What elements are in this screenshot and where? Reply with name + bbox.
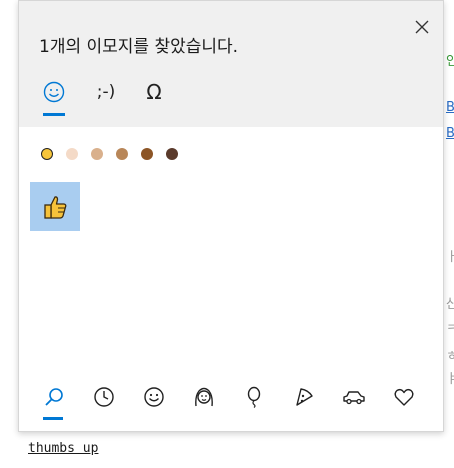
background-text: ㅋ bbox=[446, 322, 454, 337]
car-icon bbox=[343, 391, 365, 405]
pizza-icon bbox=[296, 388, 313, 406]
category-food[interactable] bbox=[291, 384, 317, 410]
search-icon bbox=[45, 388, 63, 406]
skin-tone-default[interactable] bbox=[41, 148, 53, 160]
result-count-title: 1개의 이모지를 찾았습니다. bbox=[39, 37, 239, 57]
tab-symbols[interactable]: Ω bbox=[141, 77, 167, 107]
category-selected-indicator bbox=[43, 417, 63, 420]
balloon-icon bbox=[247, 386, 261, 408]
skin-tone-medium-light[interactable] bbox=[91, 148, 103, 160]
category-people[interactable] bbox=[191, 384, 217, 410]
skin-tone-medium[interactable] bbox=[116, 148, 128, 160]
skin-tone-dark[interactable] bbox=[166, 148, 178, 160]
tab-kaomoji[interactable]: ;-) bbox=[91, 77, 121, 107]
skin-tone-medium-dark[interactable] bbox=[141, 148, 153, 160]
background-text: ㅏ bbox=[446, 250, 454, 265]
category-search[interactable] bbox=[41, 384, 67, 410]
background-text: B bbox=[446, 100, 454, 115]
skin-tone-light[interactable] bbox=[66, 148, 78, 160]
background-text: B bbox=[446, 126, 454, 141]
thumbs-up-icon bbox=[44, 195, 67, 219]
people-icon bbox=[195, 387, 213, 407]
category-symbols[interactable] bbox=[391, 384, 417, 410]
emoji-picker-panel: 1개의 이모지를 찾았습니다. ;-) Ω bbox=[18, 0, 444, 432]
smiley-icon bbox=[144, 387, 164, 407]
smiley-icon bbox=[43, 81, 65, 103]
category-smileys[interactable] bbox=[141, 384, 167, 410]
picker-header: 1개의 이모지를 찾았습니다. ;-) Ω bbox=[19, 1, 443, 127]
tab-selected-indicator bbox=[43, 113, 65, 116]
close-button[interactable] bbox=[413, 18, 431, 36]
background-text: ㅎ bbox=[446, 349, 454, 364]
category-travel[interactable] bbox=[341, 384, 367, 410]
background-text: 산 bbox=[446, 297, 454, 312]
category-celebration[interactable] bbox=[241, 384, 267, 410]
emoji-name-caption: thumbs up bbox=[28, 441, 99, 456]
background-text: ㅑ bbox=[446, 372, 454, 387]
emoji-result-thumbs-up[interactable] bbox=[30, 182, 80, 231]
tab-emoji[interactable] bbox=[41, 77, 67, 107]
recent-icon bbox=[94, 387, 114, 407]
category-recent[interactable] bbox=[91, 384, 117, 410]
background-text: 인 bbox=[446, 54, 454, 69]
heart-icon bbox=[394, 388, 414, 406]
close-icon bbox=[415, 20, 429, 34]
